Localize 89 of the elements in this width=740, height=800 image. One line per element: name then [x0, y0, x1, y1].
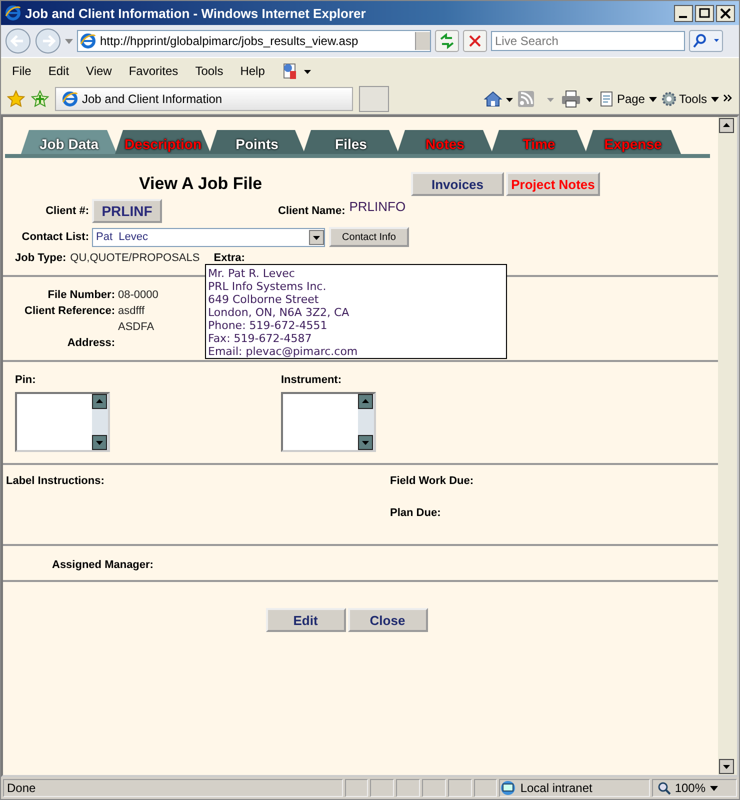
popup-line: Email: plevac@pimarc.com [208, 345, 359, 358]
field-label: Extra: [214, 252, 245, 264]
field-label: Field Work Due: [390, 475, 474, 487]
status-pane [370, 779, 394, 797]
field-label: Assigned Manager: [52, 559, 154, 571]
status-text: Done [3, 779, 343, 797]
popup-line: London, ON, N6A 3Z2, CA [208, 306, 350, 319]
chevron-icon[interactable] [723, 94, 733, 104]
window-title: Job and Client Information - Windows Internet Explorer [25, 6, 367, 20]
menu-item[interactable]: Edit [48, 64, 70, 78]
contact-dropdown[interactable]: Pat Levec [92, 228, 325, 246]
page-icon [80, 33, 96, 49]
home-icon[interactable] [482, 90, 513, 108]
list-box[interactable] [15, 392, 110, 452]
status-pane [422, 779, 446, 797]
field-value: ASDFA [118, 321, 154, 333]
field-label: File Number: [46, 289, 115, 301]
field-value: asdfff [118, 305, 145, 317]
gear-icon [660, 91, 677, 107]
field-label: Client Reference: [24, 305, 115, 317]
contact-info-button[interactable]: Contact Info [329, 227, 409, 247]
field-label: Contact List: [20, 231, 89, 243]
field-value: 08-0000 [118, 289, 158, 301]
scroll-down-icon[interactable] [358, 435, 373, 450]
popup-line: Mr. Pat R. Levec [208, 267, 296, 280]
zoom-control[interactable]: 100% [652, 779, 738, 797]
close-icon[interactable] [716, 4, 735, 22]
address-field[interactable]: http://hpprint/globalpimarc/jobs_results_view.asp [77, 30, 431, 52]
field-label: Client #: [44, 205, 89, 217]
field-value: QU,QUOTE/PROPOSALS [70, 252, 200, 264]
popup-line: Fax: 519-672-4587 [208, 332, 313, 345]
dropdown-arrow-icon[interactable] [648, 96, 657, 102]
field-label: Address: [66, 337, 115, 349]
status-pane [448, 779, 472, 797]
scroll-down-icon [719, 759, 734, 774]
dropdown-arrow-icon[interactable] [711, 96, 719, 102]
menu-item[interactable]: View [86, 64, 112, 78]
page-icon [62, 91, 78, 107]
field-value: PRLINFO [349, 199, 407, 216]
page-tab[interactable]: Points [209, 130, 305, 154]
page-icon [598, 91, 615, 107]
field-label: Client Name: [278, 205, 346, 217]
maximize-icon[interactable] [695, 4, 714, 22]
search-icon[interactable] [689, 30, 723, 52]
menu-item[interactable]: Favorites [128, 64, 178, 78]
add-favorite-icon[interactable] [31, 90, 49, 108]
popup-line: Phone: 519-672-4551 [208, 319, 328, 332]
printer-icon[interactable] [560, 90, 595, 108]
refresh-icon[interactable] [435, 30, 459, 52]
network-icon [500, 780, 516, 796]
page-heading: View A Job File [139, 174, 264, 194]
close-button[interactable]: Close [348, 608, 428, 632]
field-label: Instrument: [281, 374, 342, 386]
back-icon[interactable] [5, 28, 31, 54]
browser-tab[interactable]: Job and Client Information [55, 87, 353, 111]
menu-item[interactable]: Tools [195, 64, 224, 78]
scroll-up-icon[interactable] [358, 394, 373, 409]
search-field[interactable]: Live Search [491, 31, 685, 51]
popup-line: PRL Info Systems Inc. [208, 280, 328, 293]
security-zone: Local intranet [499, 779, 650, 797]
field-label: Label Instructions: [6, 475, 106, 489]
field-label: Pin: [15, 374, 37, 386]
favorites-star-icon[interactable] [7, 90, 25, 108]
magnifier-icon [656, 781, 671, 795]
edit-button[interactable]: Edit [266, 608, 346, 632]
stop-icon[interactable] [463, 30, 487, 52]
status-pane [344, 779, 368, 797]
scrollbar[interactable] [718, 117, 737, 775]
popup-line: 649 Colborne Street [208, 293, 320, 306]
menu-item[interactable]: File [12, 64, 32, 78]
field-label: Plan Due: [390, 507, 442, 519]
dropdown-arrow-icon [710, 786, 718, 790]
page-tab[interactable]: Files [303, 130, 399, 154]
scroll-up-icon [719, 118, 734, 133]
status-pane [396, 779, 420, 797]
client-number-button[interactable]: PRLINF [92, 199, 162, 223]
menu-item[interactable]: Help [240, 64, 265, 78]
scroll-up-icon[interactable] [92, 394, 107, 409]
list-box[interactable] [281, 392, 376, 452]
status-pane [474, 779, 498, 797]
invoices-button[interactable]: Invoices [411, 172, 504, 196]
minimize-icon[interactable] [674, 4, 693, 22]
browser-logo-icon [5, 5, 21, 21]
scroll-down-icon[interactable] [92, 435, 107, 450]
tools-menu[interactable]: Tools [660, 91, 707, 107]
page-menu[interactable]: Page [598, 91, 645, 107]
document-tool-icon[interactable] [282, 62, 312, 80]
forward-icon[interactable] [35, 28, 61, 54]
field-label: Job Type: [15, 252, 66, 264]
